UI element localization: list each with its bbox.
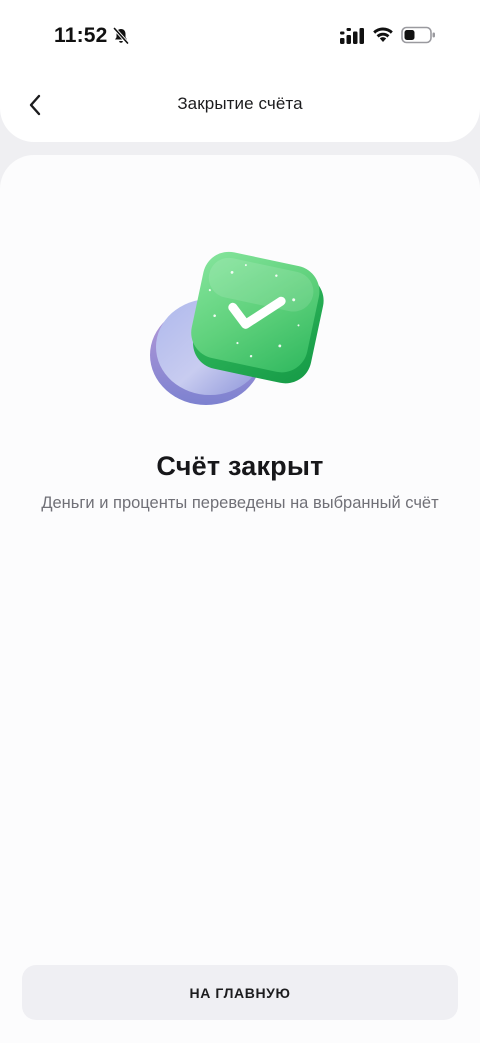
battery-icon — [401, 26, 435, 44]
status-time: 11:52 — [54, 24, 108, 47]
result-subtitle: Деньги и проценты переведены на выбранны… — [41, 494, 439, 512]
page-title: Закрытие счёта — [177, 94, 303, 113]
navigation-bar: Закрытие счёта — [0, 80, 480, 130]
back-button[interactable] — [18, 88, 52, 122]
check-card-illustration — [150, 251, 324, 405]
result-title: Счёт закрыт — [156, 451, 324, 481]
wifi-icon — [373, 27, 393, 42]
header-card: 11:52 Закрытие счёта — [0, 0, 480, 142]
home-button[interactable]: НА ГЛАВНУЮ — [22, 965, 458, 1020]
bell-slash-icon — [113, 27, 129, 45]
chevron-left-icon — [29, 94, 41, 116]
content-card: Счёт закрыт Деньги и проценты переведены… — [0, 155, 480, 1043]
cellular-signal-icon — [340, 28, 364, 44]
status-bar: 11:52 — [0, 0, 480, 70]
